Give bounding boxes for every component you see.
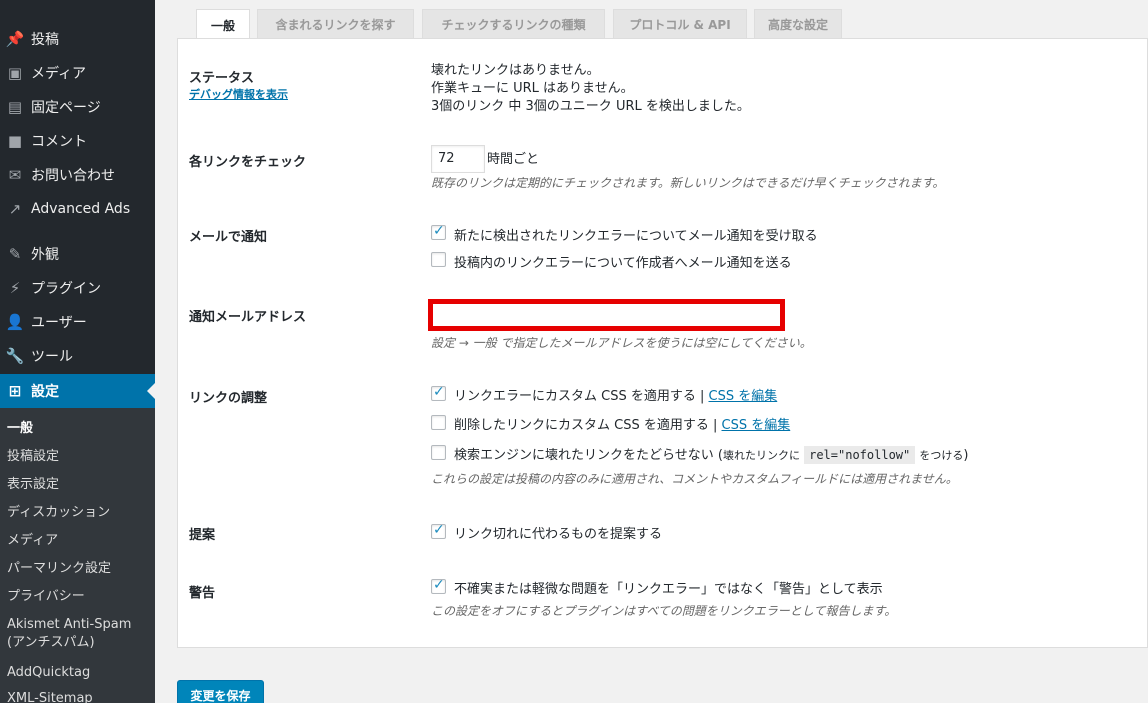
submenu-permalinks[interactable]: パーマリンク設定 <box>7 560 111 578</box>
submenu-general[interactable]: 一般 <box>7 420 33 438</box>
menu-users[interactable]: 👤 ユーザー <box>0 305 155 339</box>
menu-media[interactable]: ▣ メディア <box>0 56 155 90</box>
nofollow-checkbox[interactable] <box>431 445 446 460</box>
settings-icon: ⊞ <box>8 382 22 400</box>
check-interval-desc: 既存のリンクは定期的にチェックされます。新しいリンクはできるだけ早くチェックされ… <box>431 176 945 190</box>
suggestions-checkbox[interactable] <box>431 522 446 539</box>
user-icon: 👤 <box>5 313 25 331</box>
tab-link-types[interactable]: チェックするリンクの種類 <box>422 9 605 39</box>
check-interval-label: 各リンクをチェック <box>189 155 307 170</box>
email-notify-new-errors-label: 新たに検出されたリンクエラーについてメール通知を受け取る <box>454 229 818 244</box>
status-line-2: 作業キューに URL はありません。 <box>431 81 634 96</box>
menu-advanced-ads[interactable]: ↗ Advanced Ads <box>0 192 155 226</box>
settings-submenu: 一般 投稿設定 表示設定 ディスカッション メディア パーマリンク設定 プライバ… <box>0 408 155 703</box>
warnings-checkbox[interactable] <box>431 577 446 594</box>
submenu-reading[interactable]: 表示設定 <box>7 476 59 494</box>
suggestions-label: 提案 <box>189 528 216 543</box>
plugin-icon: ⚡ <box>9 279 21 297</box>
notify-email-desc: 設定 → 一般 で指定したメールアドレスを使うには空にしてください。 <box>431 336 812 350</box>
tab-general[interactable]: 一般 <box>196 9 250 40</box>
warnings-label: 警告 <box>189 586 216 601</box>
nofollow-code: rel="nofollow" <box>804 446 916 464</box>
tab-look-for-links[interactable]: 含まれるリンクを探す <box>257 9 414 39</box>
status-line-3: 3個のリンク 中 3個のユニーク URL を検出しました。 <box>431 99 750 114</box>
email-notify-label: メールで通知 <box>189 230 268 245</box>
tab-advanced[interactable]: 高度な設定 <box>754 9 842 39</box>
submenu-writing[interactable]: 投稿設定 <box>7 448 59 466</box>
edit-css-link-1[interactable]: CSS を編集 <box>709 389 778 404</box>
settings-panel: ステータス デバッグ情報を表示 壊れたリンクはありません。 作業キューに URL… <box>177 38 1148 648</box>
page-icon: ▤ <box>7 98 23 116</box>
warnings-desc: この設定をオフにするとプラグインはすべての問題をリンクエラーとして報告します。 <box>431 604 897 618</box>
submenu-akismet[interactable]: Akismet Anti-Spam (アンチスパム) <box>7 616 131 652</box>
status-label: ステータス <box>189 71 255 86</box>
check-interval-input[interactable]: 72 <box>431 145 485 173</box>
submenu-media[interactable]: メディア <box>7 532 58 550</box>
email-notify-authors-checkbox[interactable] <box>431 252 446 267</box>
menu-appearance[interactable]: ✎ 外観 <box>0 237 155 271</box>
menu-posts[interactable]: 📌 投稿 <box>0 22 155 56</box>
pin-icon: 📌 <box>5 30 25 48</box>
email-notify-authors-label: 投稿内のリンクエラーについて作成者へメール通知を送る <box>454 256 792 271</box>
notify-email-label: 通知メールアドレス <box>189 310 307 325</box>
active-arrow <box>147 383 155 399</box>
suggestions-option-label: リンク切れに代わるものを提案する <box>454 527 663 542</box>
comment-icon: ■ <box>7 132 23 150</box>
submenu-xml-sitemap[interactable]: XML-Sitemap <box>7 690 93 703</box>
menu-pages[interactable]: ▤ 固定ページ <box>0 90 155 124</box>
submenu-privacy[interactable]: プライバシー <box>7 588 85 606</box>
media-icon: ▣ <box>7 64 23 82</box>
check-interval-unit: 時間ごと <box>487 152 540 167</box>
mail-icon: ✉ <box>8 166 22 184</box>
menu-settings[interactable]: ⊞ 設定 <box>0 374 155 408</box>
css-removed-links-label: 削除したリンクにカスタム CSS を適用する | CSS を編集 <box>454 418 791 433</box>
email-notify-new-errors-checkbox[interactable] <box>431 223 446 240</box>
nofollow-label: 検索エンジンに壊れたリンクをたどらせない (壊れたリンクに rel="nofol… <box>454 446 969 464</box>
submenu-addquicktag[interactable]: AddQuicktag <box>7 664 90 682</box>
tab-protocols-api[interactable]: プロトコル & API <box>613 9 747 39</box>
brush-icon: ✎ <box>8 245 22 263</box>
submenu-discussion[interactable]: ディスカッション <box>7 504 110 522</box>
debug-info-link[interactable]: デバッグ情報を表示 <box>189 86 288 103</box>
menu-plugins[interactable]: ⚡ プラグイン <box>0 271 155 305</box>
css-removed-links-checkbox[interactable] <box>431 415 446 430</box>
status-line-1: 壊れたリンクはありません。 <box>431 63 600 78</box>
menu-contact[interactable]: ✉ お問い合わせ <box>0 158 155 192</box>
link-tweaks-desc: これらの設定は投稿の内容のみに適用され、コメントやカスタムフィールドには適用され… <box>431 472 958 486</box>
menu-comments[interactable]: ■ コメント <box>0 124 155 158</box>
notify-email-input[interactable] <box>428 299 785 331</box>
css-broken-links-checkbox[interactable] <box>431 384 446 401</box>
chart-icon: ↗ <box>8 200 22 218</box>
link-tweaks-label: リンクの調整 <box>189 391 268 406</box>
edit-css-link-2[interactable]: CSS を編集 <box>722 418 791 433</box>
wrench-icon: 🔧 <box>5 347 25 365</box>
menu-tools[interactable]: 🔧 ツール <box>0 339 155 373</box>
css-broken-links-label: リンクエラーにカスタム CSS を適用する | CSS を編集 <box>454 389 778 404</box>
warnings-option-label: 不確実または軽微な問題を「リンクエラー」ではなく「警告」として表示 <box>454 582 883 597</box>
save-changes-button[interactable]: 変更を保存 <box>177 680 264 703</box>
admin-sidebar: 📌 投稿 ▣ メディア ▤ 固定ページ ■ コメント ✉ お問い合わせ ↗ Advanced… <box>0 0 155 703</box>
